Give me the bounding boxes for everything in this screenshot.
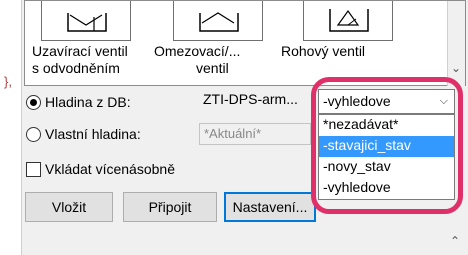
insert-button[interactable]: Vložit [25, 192, 113, 222]
caption-line: Rohový ventil [281, 43, 366, 59]
valve-icon [67, 13, 107, 32]
db-layer-value: ZTI-DPS-arm... [203, 91, 298, 107]
chevron-down-icon[interactable]: ⌄ [451, 61, 461, 75]
db-layer-label: Hladina z DB: [45, 94, 131, 110]
limiter-icon [199, 12, 239, 32]
symbol-valve[interactable] [41, 1, 131, 41]
insert-multiple-label: Vkládat vícenásobně [45, 161, 175, 177]
corner-valve-icon [329, 9, 369, 32]
caption-line: Uzavírací ventil [32, 43, 128, 59]
own-layer-input[interactable]: *Aktuální* [199, 123, 311, 145]
caption-line: s odvodněním [32, 60, 120, 76]
bottom-bar [22, 234, 468, 255]
insert-multiple-checkbox[interactable]: Vkládat vícenásobně [26, 158, 175, 180]
left-marker: }, [4, 74, 12, 89]
symbol-limiter[interactable] [173, 1, 263, 41]
symbol-valve-caption: Uzavírací ventil s odvodněním [32, 43, 128, 77]
radio-checked-icon[interactable] [26, 94, 41, 110]
symbol-corner-caption: Rohový ventil [281, 43, 365, 60]
own-layer-radio[interactable]: Vlastní hladina: [26, 123, 141, 145]
left-panel-strip: }, [0, 0, 22, 255]
db-layer-radio[interactable]: Hladina z DB: [26, 91, 131, 113]
symbol-corner-valve[interactable] [303, 1, 393, 41]
caption-line: ventil [196, 60, 229, 76]
attach-button[interactable]: Připojit [123, 192, 217, 222]
preview-scrollbar[interactable]: ⌄ [447, 1, 465, 86]
own-layer-label: Vlastní hladina: [45, 126, 141, 142]
symbol-limiter-caption: Omezovací/... ventil [154, 43, 240, 77]
radio-unchecked-icon[interactable] [26, 126, 41, 142]
symbol-preview-panel: Uzavírací ventil s odvodněním Omezovací/… [24, 0, 466, 86]
chevron-up-icon[interactable]: ⌃ [450, 234, 460, 248]
settings-button[interactable]: Nastavení... [224, 192, 316, 222]
checkbox-icon[interactable] [26, 161, 41, 177]
caption-line: Omezovací/... [154, 43, 241, 59]
highlight-annotation [311, 77, 463, 214]
